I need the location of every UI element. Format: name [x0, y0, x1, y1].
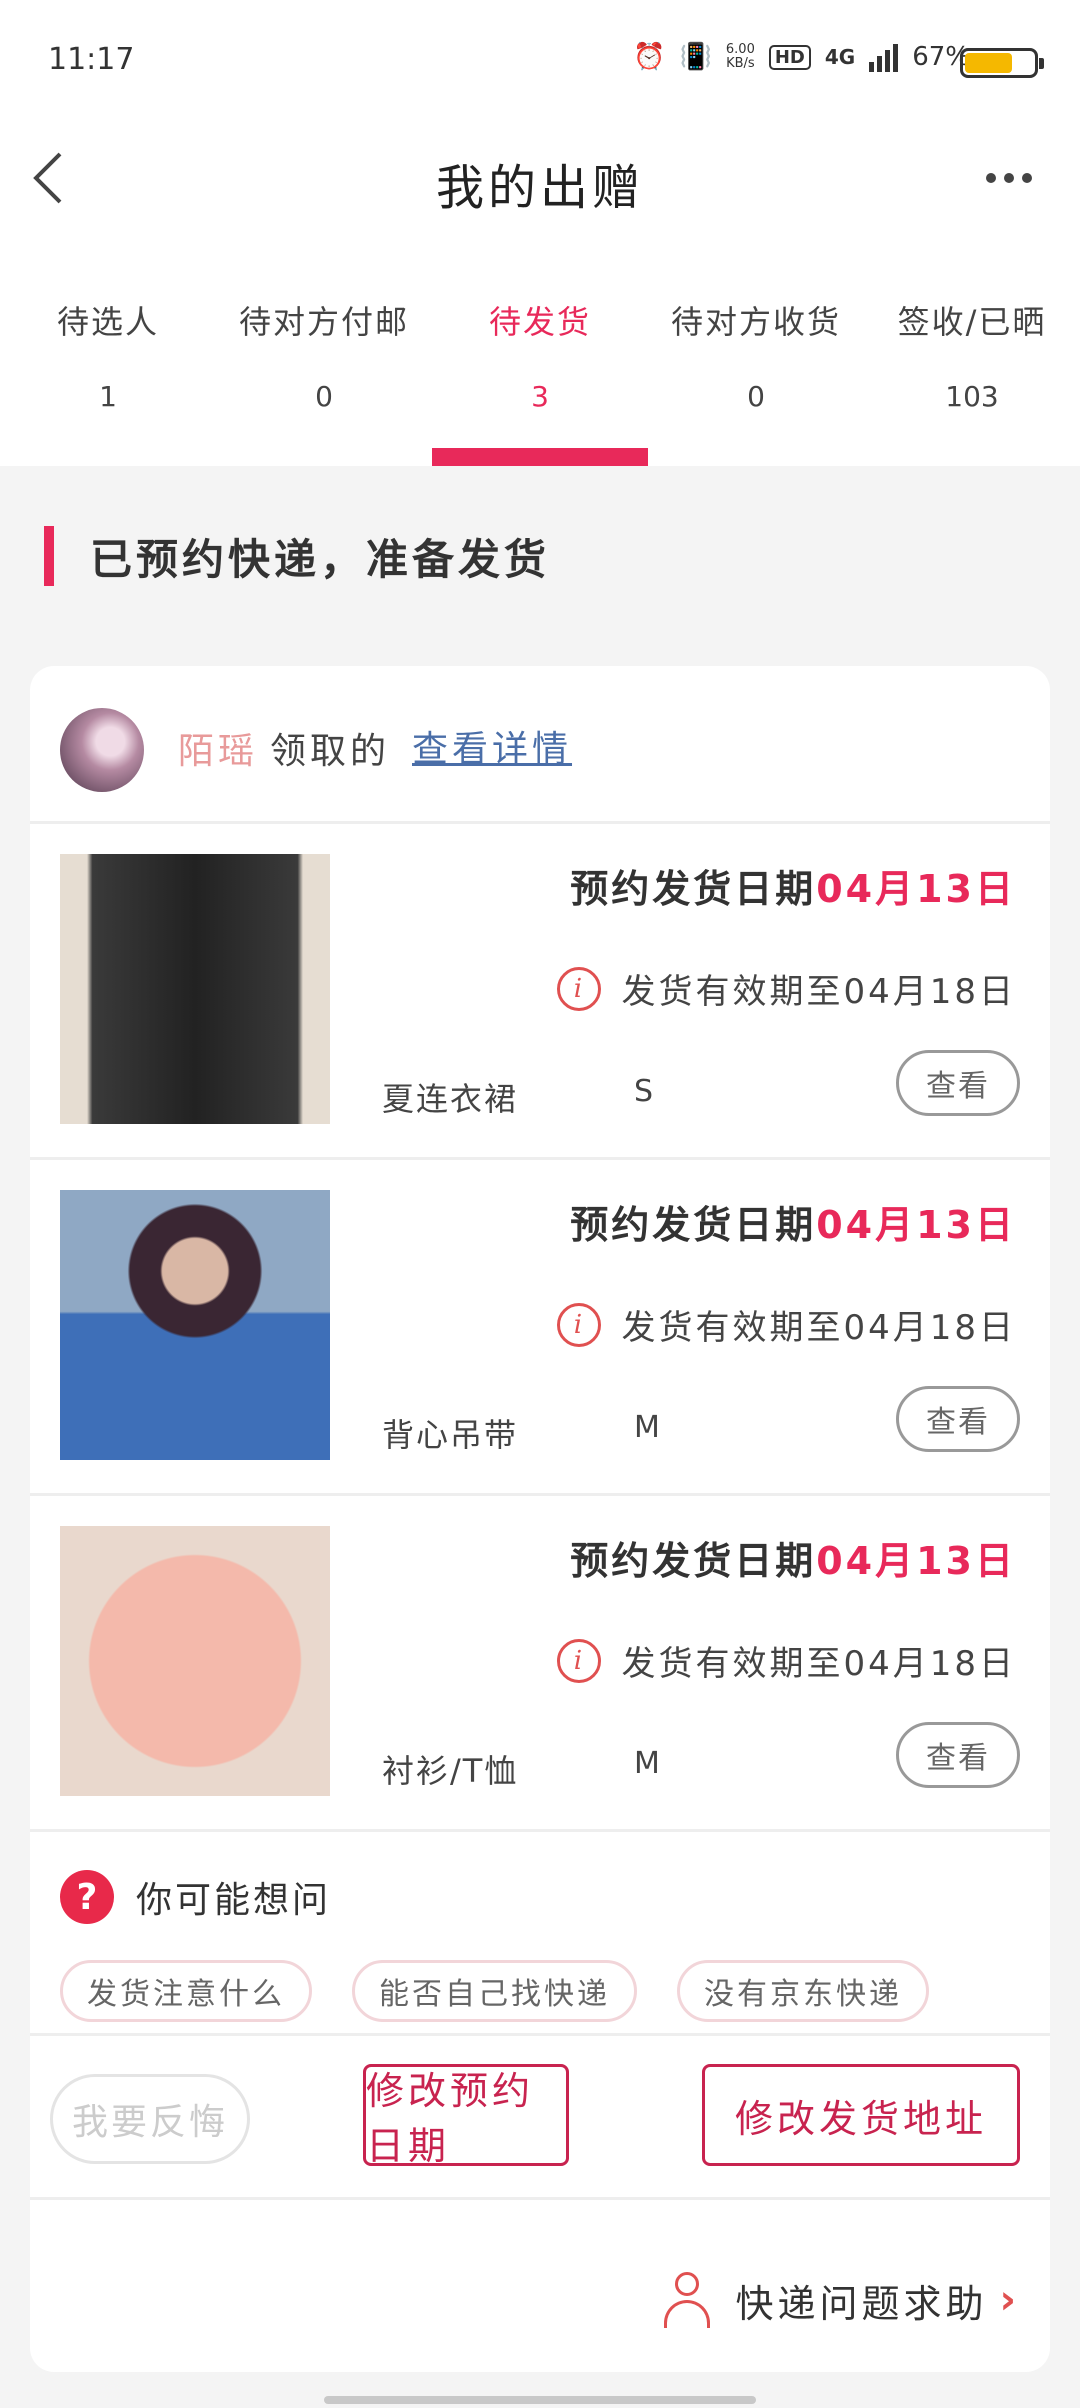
item-image[interactable]	[60, 1526, 330, 1796]
help-label: 快递问题求助	[735, 2281, 988, 2326]
section-title: 已预约快递，准备发货	[44, 524, 550, 588]
tab-label: 待对方付邮	[238, 303, 409, 341]
item-name: 背心吊带	[382, 1416, 519, 1454]
hd-icon: HD	[768, 44, 811, 70]
vibrate-icon: 📳	[679, 42, 712, 72]
tab-count: 0	[747, 380, 765, 413]
chevron-right-icon: ›	[999, 2277, 1020, 2323]
appointment-date: 预约发货日期04月13日	[570, 1539, 1016, 1583]
faq-section: ? 你可能想问 发货注意什么 能否自己找快递 没有京东快递	[30, 1830, 1050, 2036]
question-icon: ?	[60, 1870, 114, 1924]
status-bar: 11:17 ⏰ 📳 6.00 KB/s HD 4G 67%	[0, 0, 1080, 120]
status-icons: ⏰ 📳 6.00 KB/s HD 4G 67%	[633, 42, 970, 72]
status-time: 11:17	[48, 42, 135, 77]
battery-fill	[965, 53, 1012, 73]
tab-pending-postage[interactable]: 待对方付邮 0	[216, 300, 432, 466]
tab-label: 待发货	[488, 303, 591, 341]
tab-pending-receive[interactable]: 待对方收货 0	[648, 300, 864, 466]
valid-until: i 发货有效期至04月18日	[557, 1636, 1016, 1685]
faq-title: 你可能想问	[136, 1880, 332, 1921]
info-icon: i	[557, 1638, 602, 1683]
receiver-row: 陌瑶 领取的 查看详情	[30, 666, 1050, 824]
tab-pending-ship[interactable]: 待发货 3	[432, 300, 648, 466]
tab-label: 签收/已晒	[897, 303, 1047, 341]
page-title: 我的出赠	[435, 160, 644, 216]
view-button[interactable]: 查看	[896, 1386, 1020, 1452]
tab-count: 103	[945, 380, 999, 413]
view-button[interactable]: 查看	[896, 1050, 1020, 1116]
item-size: M	[634, 1410, 660, 1445]
appointment-date: 预约发货日期04月13日	[570, 867, 1016, 911]
tab-pending-select[interactable]: 待选人 1	[0, 300, 216, 466]
tab-count: 1	[99, 380, 117, 413]
courier-help-link[interactable]: 快递问题求助 ›	[662, 2270, 1021, 2330]
status-tabs: 待选人 1 待对方付邮 0 待发货 3 待对方收货 0 签收/已晒 103	[0, 300, 1080, 466]
battery-icon	[960, 48, 1044, 78]
info-icon: i	[557, 966, 602, 1011]
valid-until: i 发货有效期至04月18日	[557, 964, 1016, 1013]
tab-signed[interactable]: 签收/已晒 103	[864, 300, 1080, 466]
signal-icon	[869, 42, 899, 72]
item-name: 衬衫/T恤	[382, 1752, 519, 1790]
tab-count: 3	[531, 380, 549, 413]
change-date-button[interactable]: 修改预约日期	[363, 2064, 569, 2168]
list-item: 预约发货日期04月13日 i 发货有效期至04月18日 衬衫/T恤 M 查看	[30, 1496, 1050, 1832]
faq-header: ? 你可能想问	[60, 1870, 331, 1924]
more-icon	[986, 173, 996, 183]
regret-button[interactable]: 我要反悔	[50, 2074, 250, 2164]
faq-chip[interactable]: 没有京东快递	[677, 1960, 929, 2022]
info-icon: i	[557, 1302, 602, 1347]
item-image[interactable]	[60, 1190, 330, 1460]
section-title-text: 已预约快递，准备发货	[90, 534, 551, 584]
faq-chip[interactable]: 发货注意什么	[60, 1960, 312, 2022]
home-indicator[interactable]	[324, 2396, 756, 2404]
list-item: 预约发货日期04月13日 i 发货有效期至04月18日 背心吊带 M 查看	[30, 1160, 1050, 1496]
view-button[interactable]: 查看	[896, 1722, 1020, 1788]
tab-label: 待选人	[56, 303, 159, 341]
receiver-name[interactable]: 陌瑶	[178, 722, 258, 774]
net-speed: 6.00 KB/s	[725, 42, 755, 71]
receiver-suffix: 领取的	[270, 731, 391, 772]
action-bar: 我要反悔 修改预约日期 修改发货地址	[30, 2036, 1050, 2200]
network-type: 4G	[824, 45, 856, 69]
alarm-icon: ⏰	[633, 42, 666, 72]
gift-card: 陌瑶 领取的 查看详情 预约发货日期04月13日 i 发货有效期至04月18日 夏…	[30, 666, 1050, 2372]
faq-chip[interactable]: 能否自己找快递	[352, 1960, 637, 2022]
header-area: 11:17 ⏰ 📳 6.00 KB/s HD 4G 67% 我的出赠 待选人 1 …	[0, 0, 1080, 466]
item-image[interactable]	[60, 854, 330, 1124]
item-name: 夏连衣裙	[382, 1080, 519, 1118]
avatar[interactable]	[60, 708, 144, 792]
view-details-link[interactable]: 查看详情	[412, 720, 572, 772]
valid-until: i 发货有效期至04月18日	[557, 1300, 1016, 1349]
list-item: 预约发货日期04月13日 i 发货有效期至04月18日 夏连衣裙 S 查看	[30, 824, 1050, 1160]
change-address-button[interactable]: 修改发货地址	[702, 2064, 1020, 2166]
section-accent-bar	[44, 526, 54, 586]
tab-label: 待对方收货	[670, 303, 841, 341]
faq-chips: 发货注意什么 能否自己找快递 没有京东快递	[60, 1960, 929, 2022]
person-icon	[662, 2270, 712, 2330]
more-button[interactable]	[974, 148, 1044, 208]
item-size: M	[634, 1746, 660, 1781]
nav-bar: 我的出赠	[0, 120, 1080, 240]
appointment-date: 预约发货日期04月13日	[570, 1203, 1016, 1247]
item-size: S	[634, 1074, 654, 1109]
tab-count: 0	[315, 380, 333, 413]
